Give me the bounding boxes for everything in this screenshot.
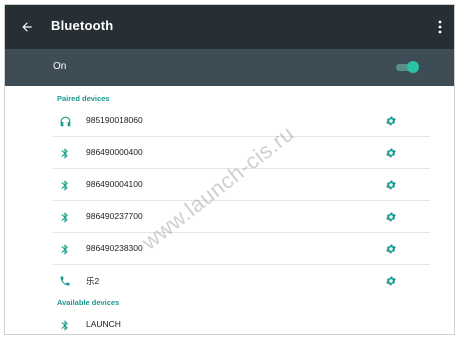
gear-icon bbox=[386, 212, 396, 222]
device-name: 986490004100 bbox=[86, 179, 143, 189]
device-name: 986490000400 bbox=[86, 147, 143, 157]
paired-devices-header: Paired devices bbox=[57, 94, 110, 103]
gear-icon bbox=[386, 116, 396, 126]
device-settings-button[interactable] bbox=[383, 145, 399, 161]
paired-device-row[interactable]: 乐2 bbox=[5, 265, 454, 297]
bluetooth-toggle-bar[interactable]: On bbox=[5, 49, 454, 86]
bluetooth-switch[interactable] bbox=[396, 61, 419, 73]
bluetooth-icon bbox=[61, 320, 68, 330]
bluetooth-settings-screen: Bluetooth On Paired devices 985190018060 bbox=[4, 4, 455, 335]
paired-device-row[interactable]: 986490237700 bbox=[5, 201, 454, 233]
gear-icon bbox=[386, 148, 396, 158]
app-bar: Bluetooth bbox=[5, 5, 454, 49]
device-settings-button[interactable] bbox=[383, 273, 399, 289]
device-name: LAUNCH bbox=[86, 319, 121, 329]
arrow-left-icon bbox=[22, 22, 32, 32]
device-name: 986490237700 bbox=[86, 211, 143, 221]
device-name: 乐2 bbox=[86, 276, 100, 286]
back-button[interactable] bbox=[15, 15, 39, 39]
page-title: Bluetooth bbox=[51, 18, 114, 33]
bluetooth-icon bbox=[61, 148, 68, 158]
headphones-icon bbox=[60, 116, 70, 126]
phone-icon bbox=[60, 276, 70, 286]
gear-icon bbox=[386, 244, 396, 254]
paired-device-row[interactable]: 986490238300 bbox=[5, 233, 454, 265]
device-settings-button[interactable] bbox=[383, 209, 399, 225]
bluetooth-icon bbox=[61, 180, 68, 190]
available-device-row[interactable]: LAUNCH bbox=[5, 309, 454, 334]
paired-device-row[interactable]: 985190018060 bbox=[5, 105, 454, 137]
device-name: 986490238300 bbox=[86, 243, 143, 253]
available-devices-header: Available devices bbox=[57, 298, 120, 307]
gear-icon bbox=[386, 276, 396, 286]
device-settings-button[interactable] bbox=[383, 177, 399, 193]
device-name: 985190018060 bbox=[86, 115, 143, 125]
device-settings-button[interactable] bbox=[383, 113, 399, 129]
more-vert-icon bbox=[438, 20, 442, 34]
switch-thumb bbox=[407, 61, 419, 73]
toggle-label: On bbox=[53, 61, 67, 72]
gear-icon bbox=[386, 180, 396, 190]
bluetooth-icon bbox=[61, 212, 68, 222]
device-settings-button[interactable] bbox=[383, 241, 399, 257]
bluetooth-icon bbox=[61, 244, 68, 254]
more-options-button[interactable] bbox=[432, 15, 448, 39]
